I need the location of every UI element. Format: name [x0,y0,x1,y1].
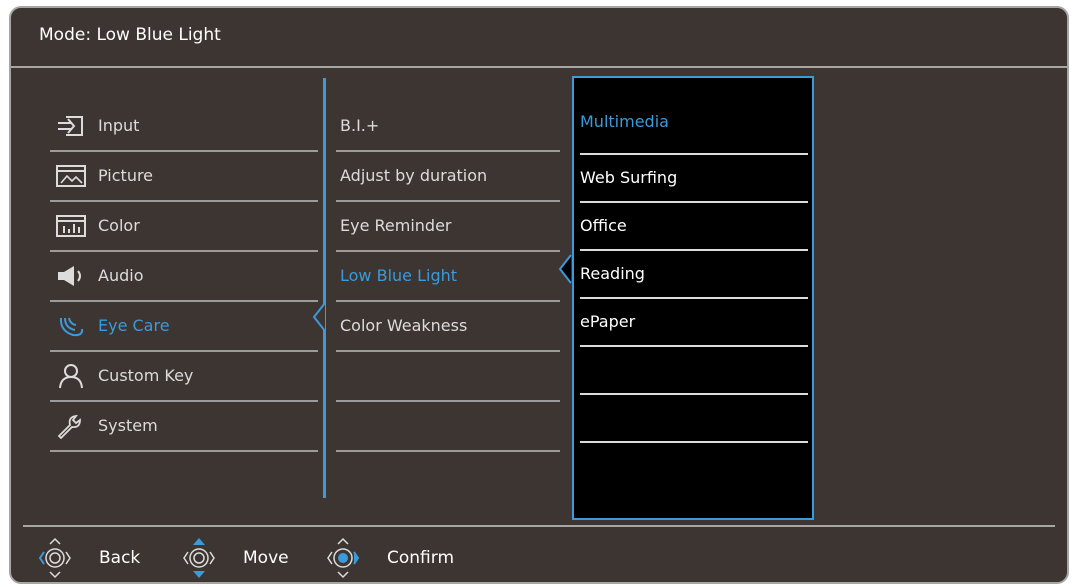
options-panel: Multimedia Web Surfing Office Reading eP… [572,76,814,520]
menu-item-label: Color [98,216,140,235]
option-web-surfing[interactable]: Web Surfing [580,155,808,203]
main-menu: Input Picture Color Audio Eye Care Custo… [50,102,318,452]
menu-divider [323,78,326,498]
menu-item-label: Audio [98,266,144,285]
submenu-item-bi-plus[interactable]: B.I.+ [336,102,560,152]
option-label: Web Surfing [580,168,678,187]
speaker-icon [58,266,81,286]
picture-icon [56,165,86,187]
submenu-item-adjust-by-duration[interactable]: Adjust by duration [336,152,560,202]
option-empty [580,395,808,443]
submenu-item-label: Eye Reminder [340,216,452,235]
osd-menu: Mode: Low Blue Light Input Picture Color… [9,6,1069,584]
user-icon [59,364,83,389]
wrench-icon [57,414,81,439]
option-office[interactable]: Office [580,203,808,251]
option-label: Reading [580,264,645,283]
eye-care-icon [59,317,84,337]
menu-item-system[interactable]: System [50,402,318,452]
footer-divider [23,525,1055,527]
menu-item-eye-care[interactable]: Eye Care [50,302,318,352]
menu-item-input[interactable]: Input [50,102,318,152]
menu-item-label: Picture [98,166,154,185]
menu-item-color[interactable]: Color [50,202,318,252]
submenu-item-empty [336,402,560,452]
option-label: Multimedia [580,112,669,131]
confirm-hint[interactable]: Confirm [321,535,491,581]
move-key-icon [183,538,215,578]
menu-item-label: Custom Key [98,366,194,385]
option-reading[interactable]: Reading [580,251,808,299]
submenu-item-label: Low Blue Light [340,266,458,285]
back-hint[interactable]: Back [33,535,153,581]
confirm-label: Confirm [387,548,455,568]
submenu-item-label: B.I.+ [340,116,380,135]
title-bar: Mode: Low Blue Light [11,8,1067,68]
menu-item-picture[interactable]: Picture [50,152,318,202]
submenu-item-color-weakness[interactable]: Color Weakness [336,302,560,352]
submenu-item-eye-reminder[interactable]: Eye Reminder [336,202,560,252]
menu-item-label: Input [98,116,140,135]
input-icon [58,116,83,136]
option-multimedia[interactable]: Multimedia [580,99,808,155]
option-empty [580,443,808,489]
confirm-key-icon [327,537,360,579]
mode-title: Mode: Low Blue Light [39,25,221,45]
footer-hints: Back Move Confirm [11,535,1067,581]
submenu-item-label: Adjust by duration [340,166,488,185]
option-empty [580,347,808,395]
option-label: ePaper [580,312,636,331]
submenu-item-empty [336,352,560,402]
menu-item-custom-key[interactable]: Custom Key [50,352,318,402]
selection-chevron-icon [558,254,572,284]
back-key-icon [38,537,71,579]
selection-chevron-icon [312,302,326,332]
color-icon [56,215,86,237]
move-hint[interactable]: Move [177,535,307,581]
submenu-item-low-blue-light[interactable]: Low Blue Light [336,252,560,302]
menu-item-audio[interactable]: Audio [50,252,318,302]
submenu: B.I.+ Adjust by duration Eye Reminder Lo… [336,102,560,452]
submenu-item-label: Color Weakness [340,316,468,335]
menu-item-label: Eye Care [98,316,170,335]
option-epaper[interactable]: ePaper [580,299,808,347]
option-label: Office [580,216,627,235]
move-label: Move [243,548,289,568]
back-label: Back [99,548,141,568]
menu-item-label: System [98,416,158,435]
